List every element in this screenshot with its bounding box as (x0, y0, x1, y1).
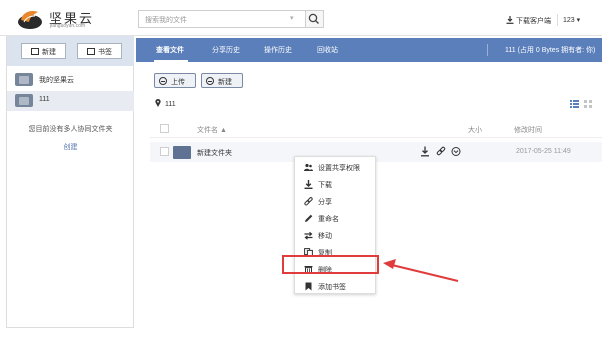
app-window: 坚果云 jianguoyun.com 搜索我的文件 ▾ 下载客户端 123 ▾ (0, 0, 602, 339)
tab-share-history[interactable]: 分享历史 (212, 45, 240, 55)
sidebar-bookmark-button[interactable]: 书签 (77, 43, 122, 59)
library-folder-icon (15, 73, 33, 86)
sidebar-new-button[interactable]: 新建 (21, 43, 66, 59)
search-input[interactable]: 搜索我的文件 ▾ (138, 10, 306, 28)
link-icon (304, 197, 313, 206)
column-header-size[interactable]: 大小 (468, 125, 482, 135)
select-all-checkbox[interactable] (160, 124, 169, 133)
sidebar-new-label: 新建 (42, 49, 56, 56)
tab-view-files[interactable]: 查看文件 (156, 45, 184, 55)
row-more-icon[interactable] (451, 146, 461, 157)
main-nav: 查看文件 分享历史 操作历史 回收站 111 (占用 0 Bytes 拥有者: … (136, 38, 602, 62)
search-dropdown-icon[interactable]: ▾ (290, 14, 294, 22)
menu-item-label: 下载 (318, 182, 332, 189)
sidebar-toolbar: 新建 书签 (7, 36, 134, 66)
sidebar-create-link[interactable]: 创建 (7, 142, 134, 152)
menu-item-rename[interactable]: 重命名 (295, 210, 375, 226)
menu-item-set-share-permissions[interactable]: 设置共享权限 (295, 159, 375, 175)
view-toggle[interactable] (570, 99, 594, 109)
row-share-link-icon[interactable] (436, 146, 446, 157)
grid-view-icon (584, 100, 592, 108)
sidebar-empty-note: 您目前没有多人协同文件夹 (28, 126, 113, 133)
bookmark-icon (87, 48, 95, 55)
user-name: 123 (563, 17, 575, 24)
search-placeholder: 搜索我的文件 (145, 17, 187, 24)
download-icon (304, 180, 313, 189)
new-folder-icon (31, 48, 39, 55)
logo-subtitle: jianguoyun.com (50, 23, 86, 29)
menu-item-label: 添加书签 (318, 284, 346, 291)
user-menu[interactable]: 123 ▾ (563, 16, 580, 24)
sidebar-item-label: 111 (39, 96, 50, 103)
folder-icon (173, 146, 191, 159)
column-header-date[interactable]: 修改时间 (514, 125, 542, 135)
logo-nut-icon (18, 10, 42, 29)
sidebar-item-111[interactable]: 111 (7, 91, 134, 111)
top-header: 坚果云 jianguoyun.com 搜索我的文件 ▾ 下载客户端 123 ▾ (0, 0, 602, 36)
list-view-icon (570, 100, 579, 108)
breadcrumb: 111 (155, 99, 176, 108)
users-icon (304, 163, 313, 171)
menu-item-share[interactable]: 分享 (295, 193, 375, 209)
upload-icon (159, 77, 167, 85)
table-row[interactable]: 新建文件夹 2017-05-25 11:49 (150, 142, 602, 162)
menu-item-move[interactable]: 移动 (295, 227, 375, 243)
file-modified-date: 2017-05-25 11:49 (516, 148, 571, 155)
sidebar: 新建 书签 我的坚果云 111 您目前没有多人协同文件夹 创建 (6, 36, 134, 328)
nav-divider (487, 44, 488, 56)
header-divider (557, 14, 558, 26)
sidebar-item-label: 我的坚果云 (39, 77, 74, 84)
menu-item-download[interactable]: 下载 (295, 176, 375, 192)
menu-item-label: 设置共享权限 (318, 165, 360, 172)
search-icon (308, 13, 319, 24)
row-download-icon[interactable] (420, 146, 430, 157)
new-button[interactable]: 新建 (201, 73, 243, 88)
menu-item-label: 分享 (318, 199, 332, 206)
tab-recycle-bin[interactable]: 回收站 (317, 45, 338, 55)
new-icon (206, 77, 214, 85)
location-pin-icon (155, 99, 161, 107)
bookmark-icon (305, 282, 312, 291)
table-header: 文件名 ▲ 大小 修改时间 (150, 120, 602, 138)
folder-info: 111 (占用 0 Bytes 拥有者: 你) (505, 47, 596, 54)
menu-item-add-bookmark[interactable]: 添加书签 (295, 278, 375, 294)
move-icon (304, 231, 313, 240)
file-name[interactable]: 新建文件夹 (197, 148, 232, 158)
menu-item-label: 重命名 (318, 216, 339, 223)
menu-item-label: 移动 (318, 233, 332, 240)
new-label: 新建 (218, 79, 232, 86)
upload-label: 上传 (171, 79, 185, 86)
upload-button[interactable]: 上传 (154, 73, 196, 88)
annotation-arrow-icon (383, 259, 459, 282)
sidebar-item-my-jianguoyun[interactable]: 我的坚果云 (7, 70, 134, 90)
download-client-link[interactable]: 下载客户端 (506, 16, 551, 26)
sidebar-bookmark-label: 书签 (98, 49, 112, 56)
row-checkbox[interactable] (160, 147, 169, 156)
breadcrumb-current[interactable]: 111 (165, 101, 176, 108)
search-button[interactable] (306, 10, 324, 28)
active-tab-indicator (154, 60, 188, 62)
download-icon (506, 16, 514, 24)
pencil-icon (305, 214, 313, 222)
download-client-label: 下载客户端 (516, 18, 551, 25)
column-header-name[interactable]: 文件名 ▲ (197, 125, 227, 135)
logo[interactable]: 坚果云 jianguoyun.com (16, 6, 126, 32)
library-folder-icon (15, 94, 33, 107)
tab-operation-history[interactable]: 操作历史 (264, 45, 292, 55)
annotation-highlight-box (282, 255, 379, 274)
chevron-down-icon: ▾ (576, 17, 581, 24)
